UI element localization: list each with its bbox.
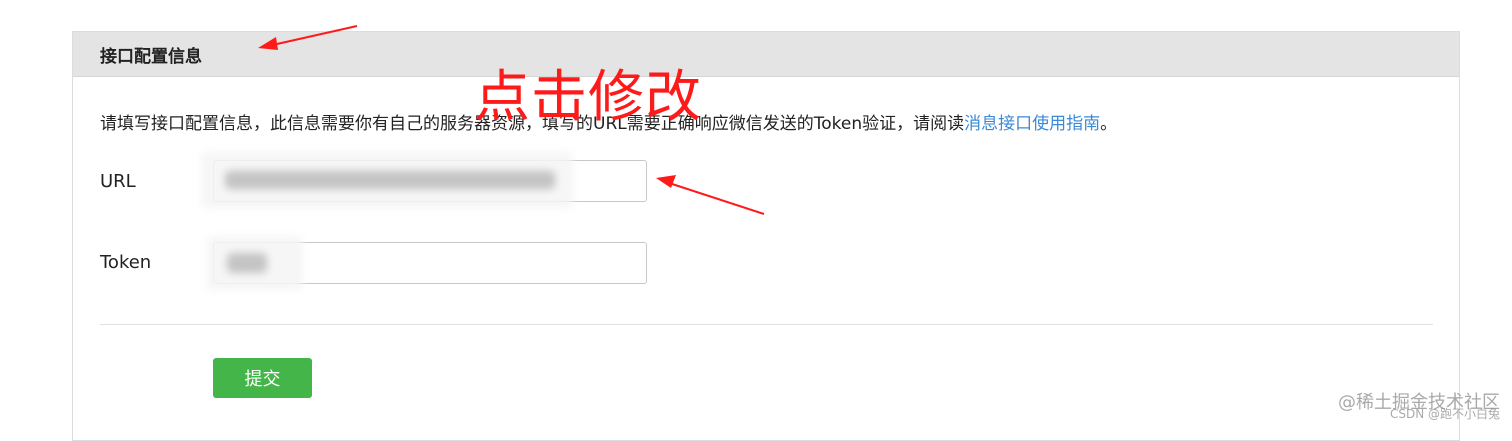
panel-header: 接口配置信息 <box>73 32 1459 77</box>
interface-config-panel: 接口配置信息 请填写接口配置信息，此信息需要你有自己的服务器资源，填写的URL需… <box>72 31 1460 441</box>
csdn-watermark: CSDN @跑不小白兔 <box>1389 407 1500 421</box>
token-redacted-text <box>227 253 267 273</box>
click-to-modify-annotation: 点击修改 <box>474 65 702 130</box>
url-redacted-text <box>225 171 555 189</box>
token-label: Token <box>100 252 152 273</box>
description-period: 。 <box>1100 114 1118 134</box>
url-label: URL <box>100 171 136 192</box>
message-api-guide-link[interactable]: 消息接口使用指南 <box>964 114 1100 134</box>
panel-title: 接口配置信息 <box>100 46 202 67</box>
submit-button[interactable]: 提交 <box>213 358 312 398</box>
form-divider <box>100 324 1433 325</box>
